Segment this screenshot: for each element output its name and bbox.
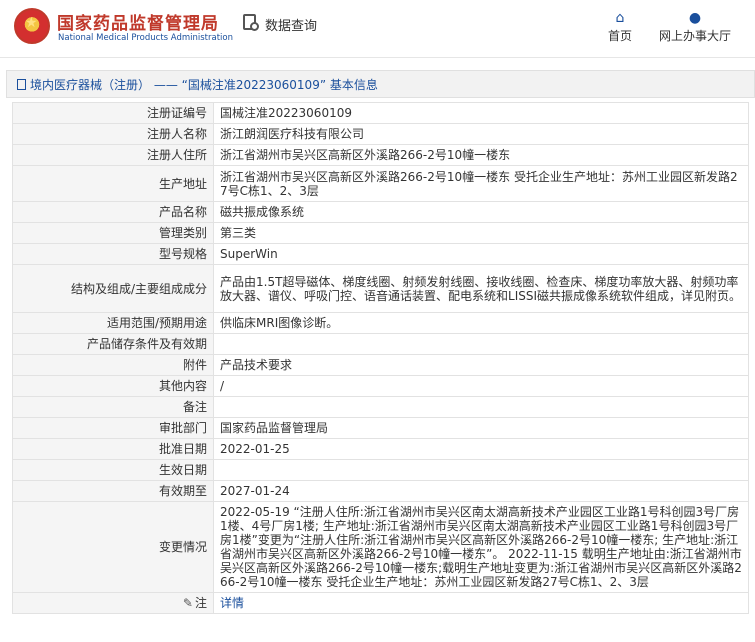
site-header: 国家药品监督管理局 National Medical Products Admi… [0, 0, 755, 58]
field-label-note: ✎ 注 [12, 592, 214, 614]
data-query-title: 数据查询 [243, 14, 317, 34]
field-label: 注册证编号 [12, 102, 214, 124]
field-label: 适用范围/预期用途 [12, 312, 214, 334]
org-name-cn[interactable]: 国家药品监督管理局 [57, 9, 219, 34]
table-row: 备注 [12, 396, 749, 418]
field-value: 第三类 [213, 222, 749, 244]
table-row: 附件 产品技术要求 [12, 354, 749, 376]
field-label: 结构及组成/主要组成成分 [12, 264, 214, 313]
field-label: 注册人住所 [12, 144, 214, 166]
field-value: 国家药品监督管理局 [213, 417, 749, 439]
breadcrumb: 境内医疗器械（注册） —— “国械注准20223060109” 基本信息 [6, 70, 755, 98]
table-row: 产品名称 磁共振成像系统 [12, 201, 749, 223]
note-label: 注 [194, 596, 207, 610]
table-row: 注册人住所 浙江省湖州市吴兴区高新区外溪路266-2号10幢一楼东 [12, 144, 749, 166]
field-label: 有效期至 [12, 480, 214, 502]
table-row: 管理类别 第三类 [12, 222, 749, 244]
field-value [213, 333, 749, 355]
field-label: 备注 [12, 396, 214, 418]
table-row-note: ✎ 注详情 [12, 592, 749, 614]
field-value: 磁共振成像系统 [213, 201, 749, 223]
field-label: 附件 [12, 354, 214, 376]
table-row: 结构及组成/主要组成成分 产品由1.5T超导磁体、梯度线圈、射频发射线圈、接收线圈… [12, 264, 749, 313]
record-table: 注册证编号 国械注准20223060109 注册人名称 浙江朗润医疗科技有限公司 注册人… [12, 102, 749, 614]
org-name-en[interactable]: National Medical Products Administration [58, 33, 233, 43]
national-emblem-logo[interactable] [14, 8, 50, 44]
field-label: 审批部门 [12, 417, 214, 439]
field-value-note: 详情 [213, 592, 749, 614]
breadcrumb-text: 境内医疗器械（注册） —— “国械注准20223060109” 基本信息 [30, 77, 378, 92]
field-value: 产品技术要求 [213, 354, 749, 376]
table-row: 产品储存条件及有效期 [12, 333, 749, 355]
table-row: 型号规格 SuperWin [12, 243, 749, 265]
field-label: 型号规格 [12, 243, 214, 265]
file-icon [17, 78, 26, 90]
field-label: 注册人名称 [12, 123, 214, 145]
field-value: 浙江省湖州市吴兴区高新区外溪路266-2号10幢一楼东 受托企业生产地址：苏州工… [213, 165, 749, 202]
field-value [213, 459, 749, 481]
field-value: SuperWin [213, 243, 749, 265]
field-value: 浙江省湖州市吴兴区高新区外溪路266-2号10幢一楼东 [213, 144, 749, 166]
table-row: 适用范围/预期用途 供临床MRI图像诊断。 [12, 312, 749, 334]
field-label: 生效日期 [12, 459, 214, 481]
table-row: 批准日期 2022-01-25 [12, 438, 749, 460]
nav-online-hall[interactable]: ● 网上办事大厅 [655, 9, 735, 44]
table-row: 生产地址 浙江省湖州市吴兴区高新区外溪路266-2号10幢一楼东 受托企业生产地址… [12, 165, 749, 202]
document-search-icon [243, 14, 261, 34]
table-row: 有效期至 2027-01-24 [12, 480, 749, 502]
field-value: 国械注准20223060109 [213, 102, 749, 124]
field-label: 生产地址 [12, 165, 214, 202]
edit-icon: ✎ [182, 596, 193, 610]
table-row: 变更情况 2022-05-19 “注册人住所:浙江省湖州市吴兴区南太湖高新技术产业… [12, 501, 749, 593]
table-row: 注册人名称 浙江朗润医疗科技有限公司 [12, 123, 749, 145]
field-value: / [213, 375, 749, 397]
field-value: 产品由1.5T超导磁体、梯度线圈、射频发射线圈、接收线圈、检查床、梯度功率放大器… [213, 264, 749, 313]
table-row: 生效日期 [12, 459, 749, 481]
field-label: 管理类别 [12, 222, 214, 244]
detail-link[interactable]: 详情 [220, 596, 244, 610]
field-label: 产品储存条件及有效期 [12, 333, 214, 355]
field-label: 批准日期 [12, 438, 214, 460]
home-icon: ⌂ [615, 10, 625, 26]
nav-home-label[interactable]: 首页 [608, 29, 632, 43]
field-value: 供临床MRI图像诊断。 [213, 312, 749, 334]
person-icon: ● [688, 10, 702, 26]
table-row: 其他内容 / [12, 375, 749, 397]
field-value [213, 396, 749, 418]
table-row: 审批部门 国家药品监督管理局 [12, 417, 749, 439]
record-panel: 境内医疗器械（注册） —— “国械注准20223060109” 基本信息 注册证… [6, 70, 755, 614]
field-label: 其他内容 [12, 375, 214, 397]
field-label: 变更情况 [12, 501, 214, 593]
field-value: 2022-01-25 [213, 438, 749, 460]
table-row: 注册证编号 国械注准20223060109 [12, 102, 749, 124]
data-query-label: 数据查询 [265, 18, 318, 34]
field-value: 2022-05-19 “注册人住所:浙江省湖州市吴兴区南太湖高新技术产业园区工业… [213, 501, 749, 593]
field-value: 2027-01-24 [213, 480, 749, 502]
field-label: 产品名称 [12, 201, 214, 223]
field-value: 浙江朗润医疗科技有限公司 [213, 123, 749, 145]
nav-home[interactable]: ⌂ 首页 [606, 9, 634, 44]
nav-online-hall-label[interactable]: 网上办事大厅 [659, 29, 731, 43]
